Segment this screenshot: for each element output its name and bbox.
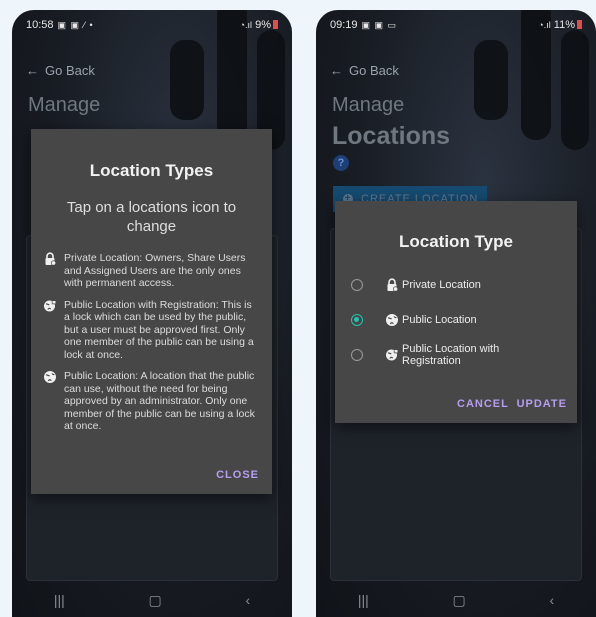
type-info-private: Private Location: Owners, Share Users an… — [43, 252, 258, 290]
battery-icon — [577, 20, 582, 29]
android-nav-bar: ||| ▢ ‹ — [12, 583, 292, 617]
help-icon[interactable]: ? — [333, 155, 349, 171]
home-icon[interactable]: ▢ — [453, 592, 466, 609]
option-label: Private Location — [402, 279, 481, 291]
option-public-location-registration[interactable]: Public Location with Registration — [351, 343, 567, 367]
radio-public-location-registration[interactable] — [351, 349, 363, 361]
dialog-subtitle: Tap on a locations icon to change — [66, 199, 237, 235]
cancel-button[interactable]: CANCEL — [457, 398, 509, 410]
dialog-title: Location Types — [89, 161, 214, 180]
status-bar: 10:58 ▣ ▣ ⁄ • ◔.ıl 9% — [26, 17, 278, 33]
radio-public-location[interactable] — [351, 314, 363, 326]
battery-percent: 11% — [553, 19, 575, 31]
background-decoration — [170, 40, 204, 120]
option-label: Public Location with Registration — [402, 343, 500, 367]
type-info-text: Public Location: A location that the pub… — [64, 370, 255, 432]
close-button[interactable]: CLOSE — [216, 469, 259, 481]
go-back-link[interactable]: ← Go Back — [330, 63, 399, 78]
arrow-left-icon: ← — [330, 63, 343, 78]
update-button[interactable]: UPDATE — [517, 398, 567, 410]
option-public-location[interactable]: Public Location — [351, 312, 567, 328]
arrow-left-icon: ← — [26, 63, 39, 78]
registration-globe-icon — [384, 347, 400, 363]
status-time: 10:58 — [26, 19, 54, 31]
left-phone-screen: 10:58 ▣ ▣ ⁄ • ◔.ıl 9% ← Go Back Manage Lo… — [12, 10, 292, 617]
private-lock-icon — [43, 252, 57, 266]
right-phone-screen: 09:19 ▣ ▣ ▭ ◔.ıl 11% ← Go Back Manage Loc… — [316, 10, 596, 617]
option-label: Public Location — [402, 314, 477, 326]
notification-icons: ▣ ▣ ⁄ • — [57, 20, 94, 30]
back-icon[interactable]: ‹ — [245, 592, 250, 608]
status-time: 09:19 — [330, 19, 358, 31]
type-info-public: Public Location: A location that the pub… — [43, 370, 258, 433]
location-types-dialog: Location Types Tap on a locations icon t… — [31, 129, 272, 494]
background-decoration — [474, 40, 508, 120]
signal-icon: ◔.ıl — [538, 20, 551, 30]
recent-apps-icon[interactable]: ||| — [54, 592, 65, 608]
radio-private-location[interactable] — [351, 279, 363, 291]
type-info-text: Private Location: Owners, Share Users an… — [64, 252, 246, 289]
option-private-location[interactable]: Private Location — [351, 277, 567, 293]
location-type-dialog: Location Type Private Location Public Lo… — [335, 201, 577, 423]
page-title-manage: Manage — [332, 94, 405, 116]
type-info-registration: Public Location with Registration: This … — [43, 299, 258, 362]
android-nav-bar: ||| ▢ ‹ — [316, 583, 596, 617]
page-title-locations: Locations — [332, 122, 451, 150]
background-decoration — [561, 30, 589, 150]
go-back-label: Go Back — [45, 63, 95, 78]
battery-icon — [273, 20, 278, 29]
go-back-link[interactable]: ← Go Back — [26, 63, 95, 78]
signal-icon: ◔.ıl — [239, 20, 253, 30]
back-icon[interactable]: ‹ — [549, 592, 554, 608]
go-back-label: Go Back — [349, 63, 399, 78]
battery-percent: 9% — [255, 19, 271, 31]
public-globe-icon — [384, 312, 400, 328]
home-icon[interactable]: ▢ — [149, 592, 162, 609]
page-title-manage: Manage — [28, 94, 101, 116]
status-bar: 09:19 ▣ ▣ ▭ ◔.ıl 11% — [330, 17, 582, 33]
registration-globe-icon — [43, 299, 57, 313]
notification-icons: ▣ ▣ ▭ — [361, 20, 398, 30]
public-globe-icon — [43, 370, 57, 384]
type-info-text: Public Location with Registration: This … — [64, 298, 254, 361]
dialog-title: Location Type — [399, 232, 513, 251]
recent-apps-icon[interactable]: ||| — [358, 592, 369, 608]
private-lock-icon — [384, 277, 400, 293]
